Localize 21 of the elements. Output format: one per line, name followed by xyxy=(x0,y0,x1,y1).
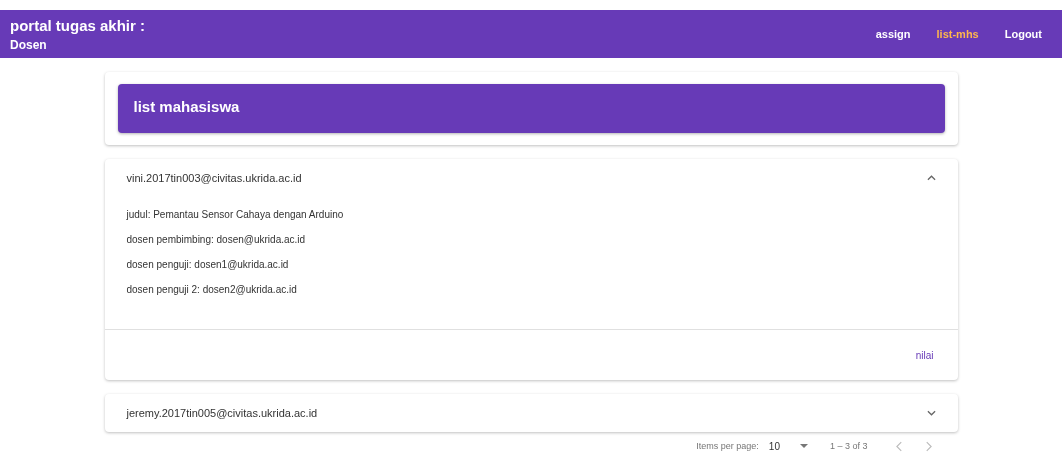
chevron-icon xyxy=(926,175,936,181)
nav-link[interactable]: Logout xyxy=(994,22,1052,46)
panel-header[interactable]: jeremy.2017tin005@civitas.ukrida.ac.id xyxy=(104,394,958,432)
range-label: 1 – 3 of 3 xyxy=(829,441,868,451)
next-page-icon[interactable] xyxy=(924,440,932,452)
app-title: portal tugas akhir : xyxy=(10,16,146,34)
page-title: list mahasiswa xyxy=(117,84,945,133)
role-label: Dosen xyxy=(10,37,48,52)
chevron-icon xyxy=(926,410,936,416)
panel-header[interactable]: vini.2017tin003@civitas.ukrida.ac.id xyxy=(104,159,958,197)
nilai-button[interactable]: nilai xyxy=(907,345,942,365)
items-per-page-label: Items per page: xyxy=(696,441,759,451)
detail-text: dosen penguji 2: dosen2@ukrida.ac.id xyxy=(126,284,298,296)
detail-text: dosen pembimbing: dosen@ukrida.ac.id xyxy=(126,234,307,246)
nav-link[interactable]: list-mhs xyxy=(926,22,989,46)
nav-link[interactable]: assign xyxy=(865,22,921,46)
page-size-select[interactable]: 10 xyxy=(768,440,808,452)
previous-page-icon[interactable] xyxy=(895,440,903,452)
detail-text: judul: Pemantau Sensor Cahaya dengan Arduino xyxy=(126,209,345,221)
detail-text: dosen penguji: dosen1@ukrida.ac.id xyxy=(126,259,290,271)
dropdown-icon xyxy=(799,444,808,448)
